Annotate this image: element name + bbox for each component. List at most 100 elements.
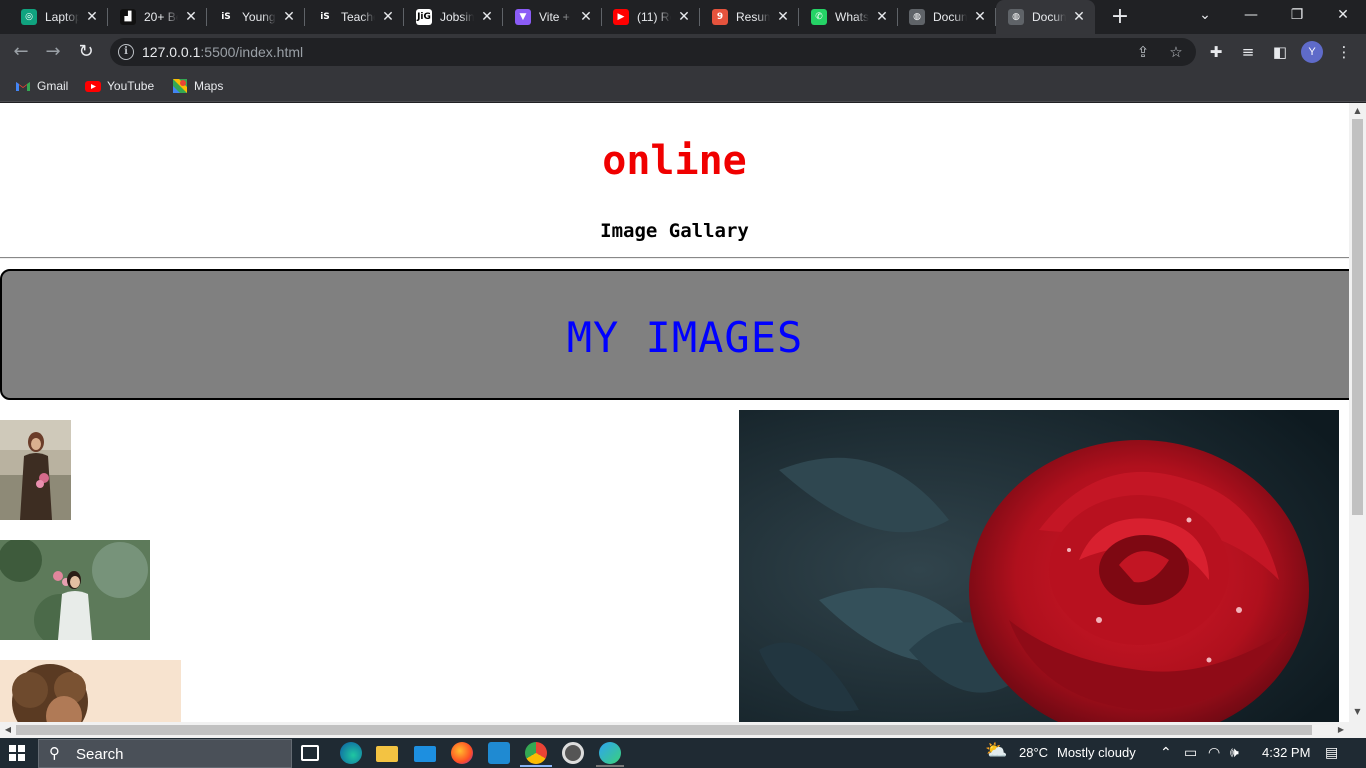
tab-close-icon[interactable]: ✕	[281, 9, 297, 25]
search-icon: ⚲	[49, 744, 60, 762]
weather-icon[interactable]: ⛅	[985, 742, 1007, 760]
search-placeholder: Search	[76, 746, 124, 763]
tab-title: Docun	[1032, 10, 1066, 24]
windows-start-icon[interactable]	[9, 745, 25, 761]
gmail-icon	[16, 82, 30, 91]
forward-button[interactable]: →	[41, 40, 65, 64]
edge-icon[interactable]	[340, 742, 362, 764]
app-icon[interactable]	[599, 742, 621, 764]
gallery-thumbnail[interactable]	[0, 540, 150, 640]
vertical-scrollbar[interactable]: ▲ ▼	[1349, 103, 1366, 722]
tab-close-icon[interactable]: ✕	[1071, 9, 1087, 25]
url-host: 127.0.0.1	[142, 44, 201, 60]
browser-tab[interactable]: ✆ Whats ✕	[799, 0, 898, 34]
menu-icon[interactable]: ⋮	[1334, 42, 1354, 62]
tab-close-icon[interactable]: ✕	[775, 9, 791, 25]
tab-close-icon[interactable]: ✕	[874, 9, 890, 25]
scroll-left-icon[interactable]: ◀	[0, 722, 16, 738]
restore-button[interactable]: ❐	[1274, 0, 1320, 34]
bookmark-maps[interactable]: Maps	[172, 77, 223, 95]
bookmark-label: YouTube	[107, 79, 155, 93]
browser-tab[interactable]: ◎ Laptop ✕	[9, 0, 108, 34]
browser-tab[interactable]: ◍ Docun ✕	[996, 0, 1095, 34]
minimize-button[interactable]: —	[1228, 0, 1274, 34]
task-view-icon[interactable]	[301, 745, 319, 761]
browser-tab[interactable]: JiG Jobsin ✕	[404, 0, 503, 34]
browser-tab[interactable]: ▟ 20+ Be ✕	[108, 0, 207, 34]
show-hidden-icons-icon[interactable]: ⌃	[1160, 744, 1172, 762]
gallery-main-image[interactable]	[739, 410, 1339, 722]
close-window-button[interactable]: ✕	[1320, 0, 1366, 34]
browser-tab[interactable]: iS Teache ✕	[305, 0, 404, 34]
url-text[interactable]: 127.0.0.1:5500/index.html	[142, 44, 303, 60]
battery-icon[interactable]: ▭	[1184, 744, 1197, 762]
side-panel-icon[interactable]: ◧	[1270, 42, 1290, 62]
gallery-thumbnail[interactable]	[0, 420, 71, 520]
bookmark-label: Gmail	[37, 79, 69, 93]
browser-tab[interactable]: iS Young ✕	[206, 0, 305, 34]
bookmark-youtube[interactable]: YouTube	[85, 77, 154, 95]
youtube-icon: ▶	[613, 9, 629, 25]
browser-tab[interactable]: ▼ Vite + ✕	[503, 0, 602, 34]
tab-title: Teache	[341, 10, 375, 24]
tab-title: Young	[242, 10, 276, 24]
volume-icon[interactable]: 🕪	[1230, 744, 1239, 762]
globe-icon: ◍	[909, 9, 925, 25]
scroll-up-icon[interactable]: ▲	[1349, 103, 1366, 119]
weather-description[interactable]: Mostly cloudy	[1057, 745, 1136, 760]
site-info-icon[interactable]: i	[118, 44, 134, 60]
maps-icon	[173, 79, 187, 93]
tab-title: Whats	[835, 10, 869, 24]
bookmark-gmail[interactable]: Gmail	[15, 77, 68, 95]
weather-temp[interactable]: 28°C	[1019, 745, 1048, 760]
woman-in-garden-image	[0, 540, 150, 640]
tab-close-icon[interactable]: ✕	[380, 9, 396, 25]
woman-with-flowers-image	[0, 420, 71, 520]
address-bar[interactable]: i 127.0.0.1:5500/index.html ⇪ ☆	[110, 38, 1196, 66]
wifi-icon[interactable]: ◠	[1208, 744, 1220, 762]
running-app-indicator	[596, 765, 624, 767]
whatsapp-icon: ✆	[811, 9, 827, 25]
browser-tab[interactable]: ◍ Docun ✕	[897, 0, 996, 34]
browser-tab[interactable]: 9 Resum ✕	[700, 0, 799, 34]
tab-close-icon[interactable]: ✕	[479, 9, 495, 25]
share-icon[interactable]: ⇪	[1134, 43, 1152, 61]
browser-toolbar: ← → ↻ i 127.0.0.1:5500/index.html ⇪ ☆ ✚ …	[0, 34, 1366, 70]
reading-list-icon[interactable]: ≡	[1238, 42, 1258, 62]
reload-button[interactable]: ↻	[74, 40, 98, 64]
scroll-down-icon[interactable]: ▼	[1349, 704, 1366, 720]
notifications-icon[interactable]: ▤	[1325, 744, 1338, 762]
obs-icon[interactable]	[562, 742, 584, 764]
tab-close-icon[interactable]: ✕	[183, 9, 199, 25]
scroll-right-icon[interactable]: ▶	[1333, 722, 1349, 738]
chrome-icon[interactable]	[525, 742, 547, 764]
tab-close-icon[interactable]: ✕	[972, 9, 988, 25]
extensions-icon[interactable]: ✚	[1206, 42, 1226, 62]
new-tab-button[interactable]: +	[1108, 5, 1132, 29]
taskbar: ⚲ Search ⛅ 28°C Mostly cloudy ⌃ ▭ ◠ 🕪 4:…	[0, 738, 1366, 768]
horizontal-scrollbar[interactable]: ◀ ▶	[0, 722, 1366, 738]
clock-time[interactable]: 4:32 PM	[1262, 745, 1310, 760]
tab-title: Resum	[736, 10, 770, 24]
tab-search-icon[interactable]: ⌄	[1182, 0, 1228, 34]
bookmark-star-icon[interactable]: ☆	[1167, 43, 1185, 61]
vscode-icon[interactable]	[488, 742, 510, 764]
internshala-icon: iS	[317, 9, 333, 25]
gallery-thumbnail[interactable]	[0, 660, 181, 722]
scrollbar-thumb[interactable]	[1352, 119, 1363, 515]
tab-close-icon[interactable]: ✕	[676, 9, 692, 25]
file-explorer-icon[interactable]	[376, 746, 398, 762]
taskbar-search[interactable]: ⚲ Search	[38, 739, 292, 768]
divider	[0, 257, 1349, 259]
back-button[interactable]: ←	[9, 40, 33, 64]
mail-icon[interactable]	[414, 746, 436, 762]
tab-close-icon[interactable]: ✕	[578, 9, 594, 25]
tab-close-icon[interactable]: ✕	[84, 9, 100, 25]
banner-title: MY IMAGES	[566, 313, 804, 362]
scrollbar-thumb[interactable]	[16, 725, 1312, 735]
browser-tab[interactable]: ▶ (11) Re ✕	[601, 0, 700, 34]
profile-avatar[interactable]: Y	[1301, 41, 1323, 63]
tab-title: 20+ Be	[144, 10, 178, 24]
resume-icon: 9	[712, 9, 728, 25]
firefox-icon[interactable]	[451, 742, 473, 764]
